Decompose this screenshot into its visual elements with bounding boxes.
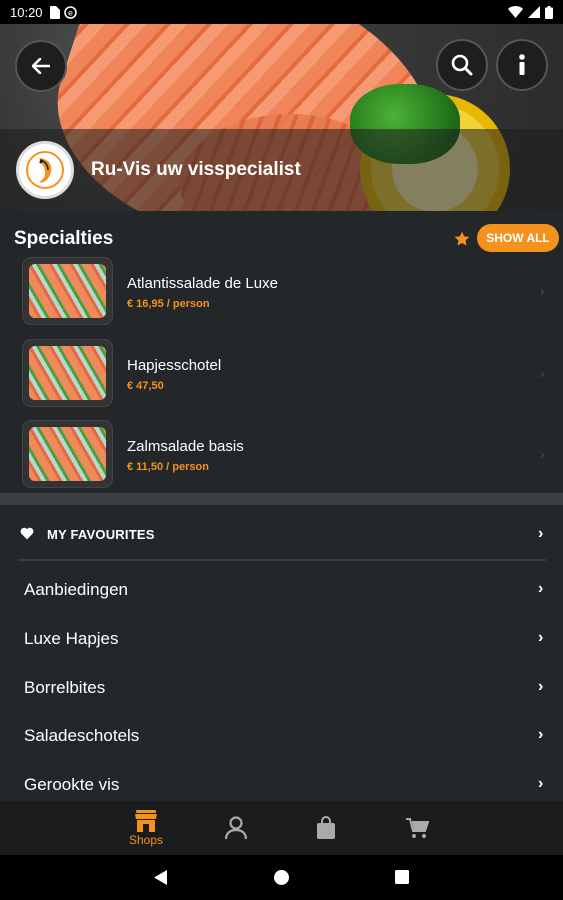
category-row[interactable]: Luxe Hapjes › [0, 619, 563, 659]
chevron-right-icon: › [538, 525, 544, 542]
product-image [22, 339, 113, 407]
chevron-right-icon: › [540, 446, 545, 462]
arrow-left-icon [32, 58, 50, 74]
wifi-icon [508, 6, 523, 18]
category-label: Saladeschotels [24, 726, 140, 745]
category-row[interactable]: Saladeschotels › [0, 716, 563, 756]
sim-card-icon [49, 5, 60, 19]
cart-icon [406, 818, 429, 838]
category-row[interactable]: Gerookte vis › [0, 765, 563, 805]
show-all-button[interactable]: SHOW ALL [477, 224, 559, 252]
system-navigation-bar [0, 855, 563, 900]
back-button[interactable] [15, 40, 67, 92]
chevron-right-icon: › [538, 775, 544, 792]
chevron-right-icon: › [540, 283, 545, 299]
star-icon [454, 231, 470, 246]
product-image [22, 257, 113, 325]
specialty-item[interactable]: Atlantissalade de Luxe € 16,95 / person … [0, 257, 563, 327]
search-icon [451, 54, 473, 76]
category-label: Luxe Hapjes [24, 629, 119, 648]
nav-tab-profile[interactable] [216, 801, 256, 855]
shrimp-logo-icon [26, 151, 64, 189]
info-icon [519, 54, 525, 75]
my-favourites-label: MY FAVOURITES [47, 527, 155, 542]
shop-icon [135, 809, 157, 832]
product-price: € 11,50 / person [127, 461, 209, 473]
specialties-title: Specialties [14, 228, 114, 249]
category-label: Aanbiedingen [24, 580, 128, 599]
svg-text:e: e [68, 8, 73, 17]
user-icon [225, 816, 247, 840]
category-row[interactable]: Aanbiedingen › [0, 570, 563, 610]
shop-logo [16, 141, 74, 199]
status-time: 10:20 [10, 4, 43, 20]
product-name: Hapjesschotel [127, 357, 222, 374]
system-back-icon[interactable] [154, 870, 167, 885]
section-divider [0, 493, 563, 505]
chevron-right-icon: › [538, 678, 544, 695]
product-name: Atlantissalade de Luxe [127, 275, 278, 292]
my-favourites-row[interactable]: MY FAVOURITES › [0, 521, 563, 549]
chevron-right-icon: › [538, 629, 544, 646]
product-price: € 47,50 [127, 380, 164, 392]
specialty-item[interactable]: Hapjesschotel € 47,50 › [0, 339, 563, 409]
notification-icon: e [63, 5, 77, 19]
signal-icon [528, 6, 540, 18]
nav-tab-cart[interactable] [397, 801, 437, 855]
chevron-right-icon: › [540, 365, 545, 381]
heart-icon [20, 527, 34, 540]
bottom-navigation: Shops [0, 801, 563, 855]
info-button[interactable] [496, 39, 548, 91]
shop-name: Ru-Vis uw visspecialist [91, 159, 301, 180]
bag-icon [317, 816, 335, 839]
status-bar: 10:20 e [0, 0, 563, 24]
battery-icon [545, 5, 553, 19]
system-recents-icon[interactable] [395, 870, 409, 884]
category-label: Borrelbites [24, 678, 106, 697]
nav-tab-shops[interactable]: Shops [118, 801, 174, 855]
product-name: Zalmsalade basis [127, 438, 244, 455]
divider [18, 559, 546, 561]
system-home-icon[interactable] [274, 870, 289, 885]
category-row[interactable]: Borrelbites › [0, 668, 563, 708]
search-button[interactable] [436, 39, 488, 91]
product-image [22, 420, 113, 488]
category-label: Gerookte vis [24, 775, 120, 794]
chevron-right-icon: › [538, 726, 544, 743]
product-price: € 16,95 / person [127, 298, 210, 310]
nav-tab-orders[interactable] [306, 801, 346, 855]
nav-tab-label: Shops [128, 832, 164, 847]
specialty-item[interactable]: Zalmsalade basis € 11,50 / person › [0, 420, 563, 490]
shop-content: Specialties SHOW ALL Atlantissalade de L… [0, 211, 563, 801]
chevron-right-icon: › [538, 580, 544, 597]
